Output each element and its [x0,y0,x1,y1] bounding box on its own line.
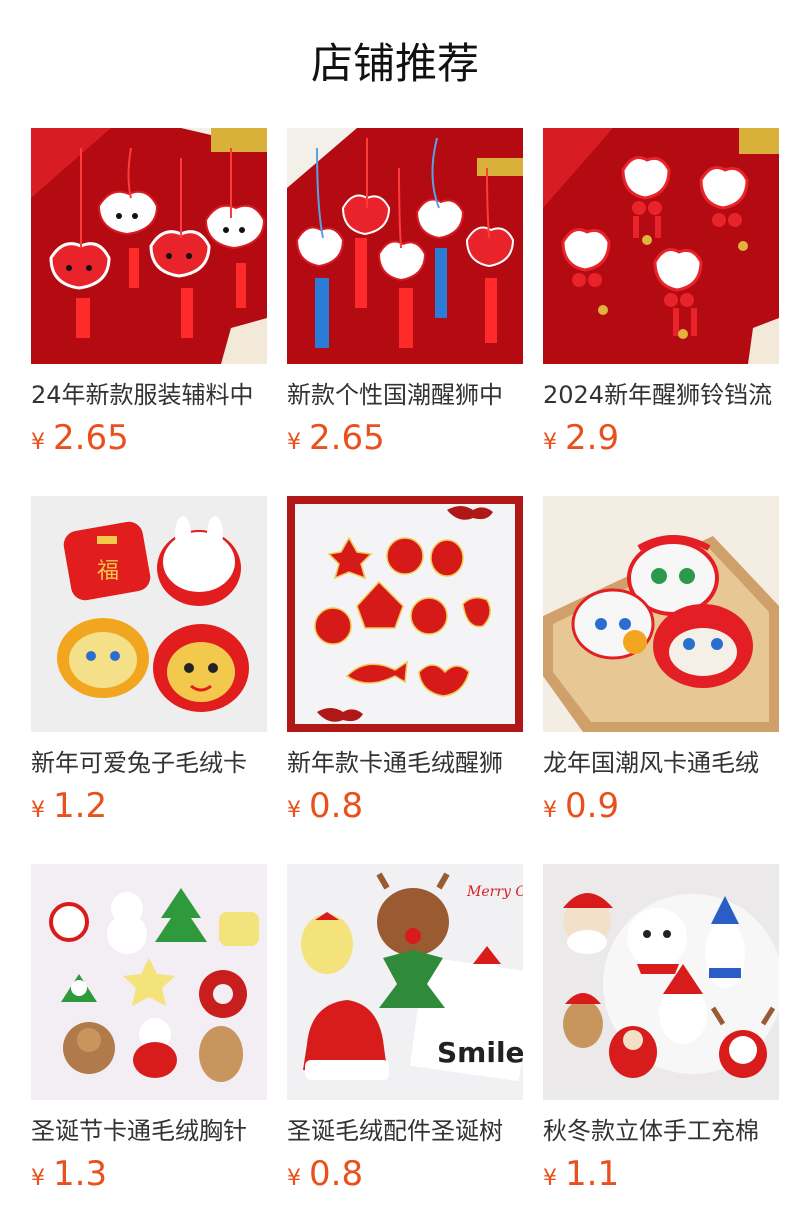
product-card[interactable]: 秋冬款立体手工充棉 ¥1.1 [543,864,779,1232]
product-price: ¥0.8 [287,784,523,834]
price-value: 1.2 [53,786,108,826]
currency-symbol: ¥ [543,1166,557,1191]
product-image[interactable]: Merry Christmas Smile [287,864,523,1100]
product-name[interactable]: 新年可爱兔子毛绒卡 [31,746,267,780]
product-card[interactable]: Merry Christmas Smile 圣诞毛绒配件圣诞树 ¥0.8 [287,864,523,1232]
product-price: ¥1.3 [31,1152,267,1202]
price-value: 1.3 [53,1154,108,1194]
product-card[interactable]: 新年款卡通毛绒醒狮 ¥0.8 [287,496,523,864]
price-value: 1.1 [565,1154,620,1194]
currency-symbol: ¥ [31,430,45,455]
product-image[interactable] [31,128,267,364]
product-grid: 24年新款服装辅料中 ¥2.65 新款个性国潮醒狮中 ¥ 2.65 2024新年… [31,128,779,1232]
product-card[interactable]: 2024新年醒狮铃铛流 ¥2.9 [543,128,779,496]
product-name[interactable]: 圣诞节卡通毛绒胸针 [31,1114,267,1148]
product-price: ¥0.9 [543,784,779,834]
product-price: ¥1.2 [31,784,267,834]
product-card[interactable]: 圣诞节卡通毛绒胸针 ¥1.3 [31,864,267,1232]
product-name[interactable]: 新款个性国潮醒狮中 [287,378,523,412]
price-value: 2.65 [309,418,385,458]
product-image[interactable] [543,864,779,1100]
currency-symbol: ¥ [543,798,557,823]
price-value: 2.9 [565,418,620,458]
product-name[interactable]: 秋冬款立体手工充棉 [543,1114,779,1148]
product-name[interactable]: 24年新款服装辅料中 [31,378,267,412]
product-image[interactable] [31,864,267,1100]
currency-symbol: ¥ [287,798,301,823]
product-price: ¥1.1 [543,1152,779,1202]
price-value: 0.9 [565,786,620,826]
product-image[interactable] [543,496,779,732]
product-price: ¥2.65 [287,416,523,466]
product-name[interactable]: 龙年国潮风卡通毛绒 [543,746,779,780]
product-price: ¥2.9 [543,416,779,466]
svg-text:福: 福 [97,559,119,584]
product-card[interactable]: 龙年国潮风卡通毛绒 ¥0.9 [543,496,779,864]
product-card[interactable]: 新款个性国潮醒狮中 ¥2.65 [287,128,523,496]
product-price: ¥2.65 [31,416,267,466]
product-image[interactable] [287,496,523,732]
price-value: 2.65 [53,418,129,458]
product-price: ¥0.8 [287,1152,523,1202]
currency-symbol: ¥ [543,430,557,455]
product-image[interactable] [287,128,523,364]
currency-symbol: ¥ [31,1166,45,1191]
currency-symbol: ¥ [287,1166,301,1191]
product-image[interactable]: 福 [31,496,267,732]
price-value: 0.8 [309,786,364,826]
product-name[interactable]: 圣诞毛绒配件圣诞树 [287,1114,523,1148]
product-card[interactable]: 24年新款服装辅料中 ¥2.65 [31,128,267,496]
currency-symbol: ¥ [31,798,45,823]
product-name[interactable]: 新年款卡通毛绒醒狮 [287,746,523,780]
page-title: 店铺推荐 [310,39,479,88]
merry-christmas-decor: Merry Christmas [466,884,523,900]
smile-decor: Smile [437,1036,523,1069]
product-image[interactable] [543,128,779,364]
currency-symbol: ¥ [287,430,301,455]
price-value: 0.8 [309,1154,364,1194]
product-name[interactable]: 2024新年醒狮铃铛流 [543,378,779,412]
product-card[interactable]: 福 新年可爱兔子毛绒卡 ¥1.2 [31,496,267,864]
